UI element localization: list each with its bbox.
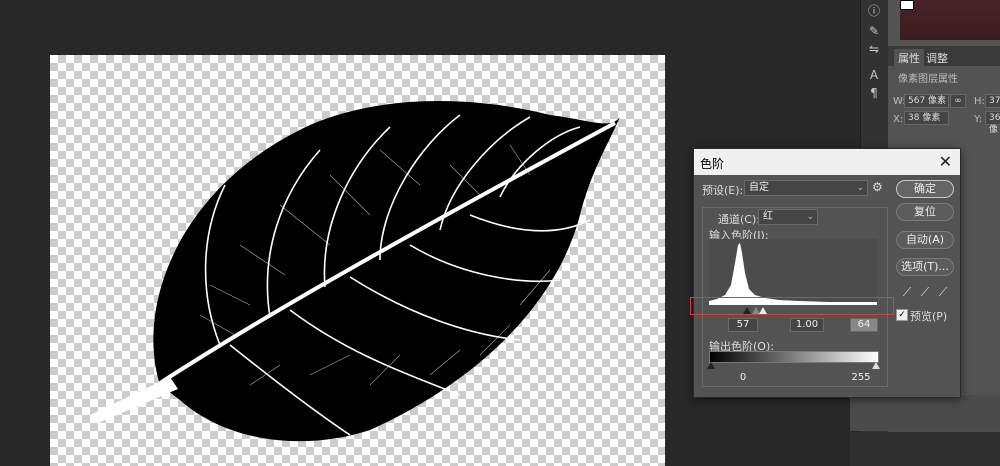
input-white-field[interactable]: 64 [850,318,878,332]
document-canvas[interactable] [50,55,665,466]
output-black-field[interactable]: 0 [728,371,758,385]
info-icon[interactable]: ⓘ [865,2,883,20]
adjust-icon[interactable]: ⇋ [865,40,883,58]
options-button[interactable]: 选项(T)... [896,258,954,276]
levels-dialog: 色阶 ✕ 预设(E): 自定 ⌄ ⚙ 确定 复位 自动(A) 选项(T)... … [693,148,961,398]
width-field[interactable]: 567 像素 [904,94,949,108]
white-eyedropper-icon[interactable]: ⟋ [936,285,950,299]
panel-bottom-bar [850,432,1000,466]
chevron-down-icon: ⌄ [806,212,814,222]
leaf-image [90,101,620,442]
y-field[interactable]: 36 像 [985,111,1000,135]
h-label: H: [974,96,985,107]
preset-select[interactable]: 自定 ⌄ [744,180,868,196]
color-swatch [900,0,914,10]
input-black-field[interactable]: 57 [728,318,758,332]
output-white-handle[interactable] [872,362,880,369]
link-icon[interactable]: ∞ [950,94,966,108]
histogram [709,239,877,305]
chevron-down-icon: ⌄ [856,183,864,193]
preset-select-value: 自定 [749,182,769,193]
preset-label: 预设(E): [702,184,744,197]
gear-icon[interactable]: ⚙ [872,180,883,194]
close-icon[interactable]: ✕ [939,152,952,171]
y-label: Y: [974,114,983,125]
preview-checkbox[interactable]: ✓ [896,309,908,321]
preview-label: 预览(P) [910,310,948,323]
dialog-title: 色阶 [700,157,725,171]
ok-button[interactable]: 确定 [896,180,954,198]
gray-eyedropper-icon[interactable]: ⟋ [918,285,932,299]
tab-properties[interactable]: 属性 [894,49,924,67]
height-field[interactable]: 378 [985,94,1000,108]
tab-adjustments[interactable]: 调整 [922,49,952,67]
input-gamma-field[interactable]: 1.00 [790,318,824,332]
highlight-box [690,297,894,315]
type-icon[interactable]: A [865,66,883,84]
output-white-field[interactable]: 255 [846,371,876,385]
panel-tabs: 属性 调整 [888,46,1000,67]
reset-button[interactable]: 复位 [896,203,954,221]
color-picker-field[interactable] [900,0,1000,40]
paragraph-icon[interactable]: ¶ [865,84,883,102]
channel-select-value: 红 [763,211,773,222]
channel-select[interactable]: 红 ⌄ [758,209,818,225]
black-eyedropper-icon[interactable]: ⟋ [900,285,914,299]
channel-label: 通道(C): [716,211,762,227]
output-black-handle[interactable] [707,362,715,369]
pixel-layer-properties-title: 像素图层属性 [898,74,958,85]
x-label: X: [893,114,904,125]
brush-icon[interactable]: ✎ [865,22,883,40]
dialog-titlebar[interactable]: 色阶 ✕ [694,149,960,175]
output-gradient-bar [709,351,879,363]
auto-button[interactable]: 自动(A) [896,231,954,249]
x-field[interactable]: 38 像素 [904,111,949,125]
histogram-shape [709,243,877,305]
panel-lower-area [850,395,1000,431]
